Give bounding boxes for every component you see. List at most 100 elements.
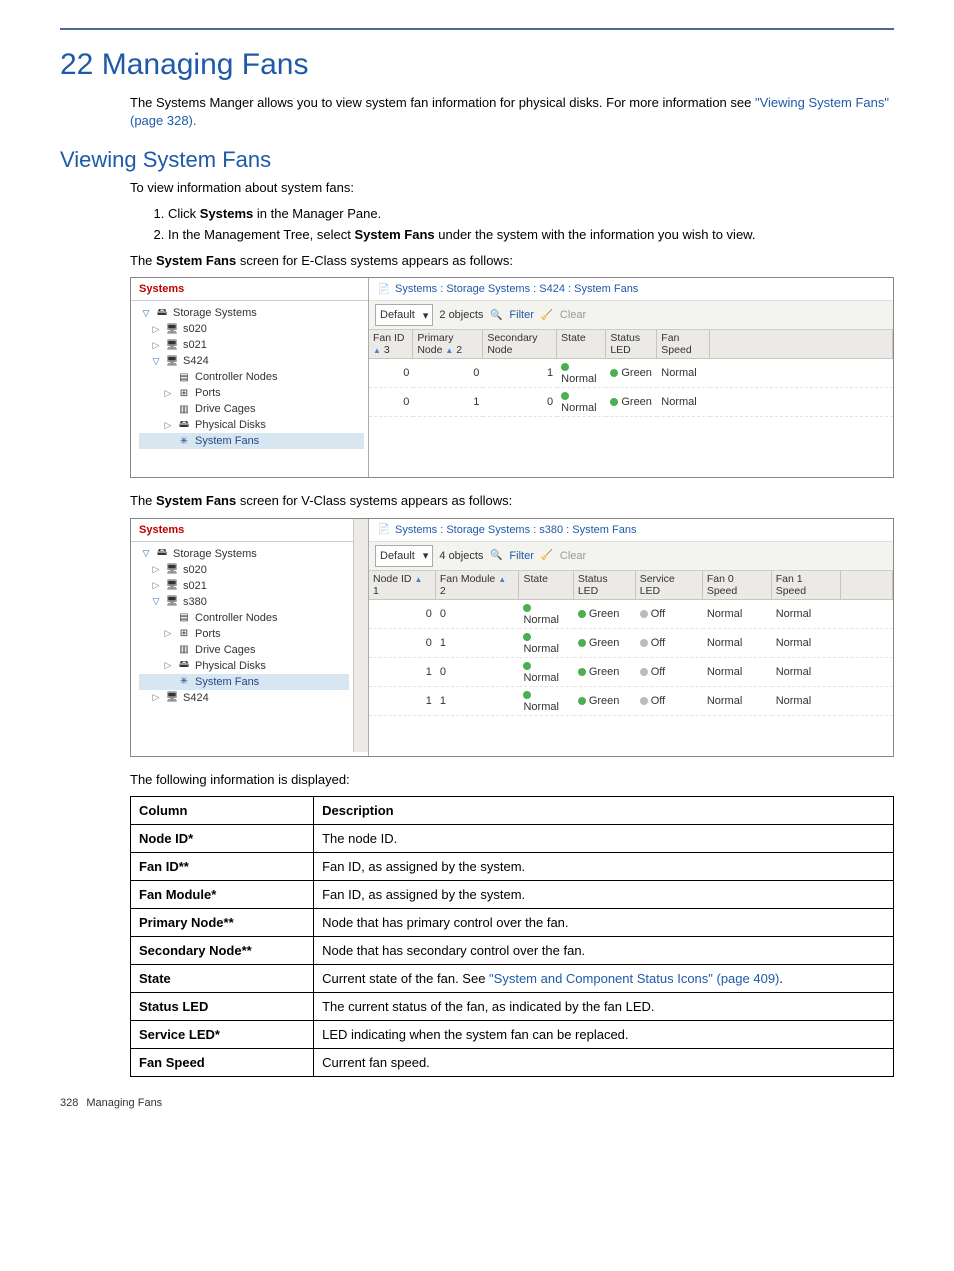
cell-led: Green — [574, 629, 636, 658]
tree-node-s424[interactable]: ▽🖥S424 — [139, 353, 364, 369]
chapter-title: 22 Managing Fans — [60, 48, 894, 82]
table-row[interactable]: 1 0 Normal Green Off Normal Normal — [369, 658, 893, 687]
cell-state: Normal — [557, 359, 606, 388]
expand-icon[interactable]: ▷ — [163, 420, 173, 431]
expand-icon[interactable]: ▷ — [163, 388, 173, 399]
expand-icon[interactable]: ▽ — [151, 596, 161, 607]
col-node-id[interactable]: Node ID ▲ 1 — [369, 571, 436, 600]
cell-led: Green — [574, 600, 636, 629]
tree-ports[interactable]: ▷⊞Ports — [139, 385, 364, 401]
screenshot-eclass: Systems ▽🖴Storage Systems ▷🖥s020 ▷🖥s021 … — [130, 277, 894, 478]
led-dot-icon — [578, 668, 586, 676]
tree-controller-nodes[interactable]: ▤Controller Nodes — [139, 610, 349, 626]
clear-link[interactable]: Clear — [560, 550, 586, 562]
tree-node-s424[interactable]: ▷ 🖥 S424 — [139, 690, 349, 706]
tree-system-fans[interactable]: ✳System Fans — [139, 433, 364, 449]
system-icon: 🖥 — [165, 691, 179, 705]
view-combo[interactable]: Default▾ — [375, 304, 433, 326]
expand-icon[interactable]: ▽ — [151, 356, 161, 367]
expand-icon[interactable]: ▷ — [163, 660, 173, 671]
col-service-led[interactable]: Service LED — [636, 571, 703, 600]
table-row[interactable]: 0 0 Normal Green Off Normal Normal — [369, 600, 893, 629]
steps-list: Click Systems in the Manager Pane. In th… — [150, 205, 894, 244]
breadcrumb-text: Systems : Storage Systems : s380 : Syste… — [395, 524, 636, 536]
col-fan1-speed[interactable]: Fan 1 Speed — [772, 571, 841, 600]
tree-label: Drive Cages — [195, 403, 256, 415]
desc-col: Node ID* — [131, 825, 314, 853]
page-footer: 328 Managing Fans — [60, 1097, 894, 1109]
tree-label: s021 — [183, 339, 207, 351]
desc-val: Node that has secondary control over the… — [314, 937, 894, 965]
cell-secondary: 0 — [483, 388, 557, 417]
tree-drive-cages[interactable]: ▥Drive Cages — [139, 642, 349, 658]
led-dot-icon — [578, 610, 586, 618]
step-2a: In the Management Tree, select — [168, 227, 354, 242]
description-table: Column Description Node ID*The node ID. … — [130, 796, 894, 1077]
filter-link[interactable]: Filter — [509, 550, 533, 562]
tree-label: S424 — [183, 692, 209, 704]
section-title: Viewing System Fans — [60, 147, 894, 173]
intro-paragraph: The Systems Manger allows you to view sy… — [130, 94, 894, 129]
tree-label: Ports — [195, 628, 221, 640]
col-secondary-node[interactable]: Secondary Node — [483, 330, 557, 359]
tree-node-s021[interactable]: ▷🖥s021 — [139, 337, 364, 353]
expand-icon[interactable]: ▷ — [151, 340, 161, 351]
cell-f1: Normal — [772, 687, 841, 716]
cell-f0: Normal — [703, 658, 772, 687]
filter-link[interactable]: Filter — [509, 309, 533, 321]
expand-icon[interactable]: ▷ — [151, 692, 161, 703]
desc-header-column: Column — [131, 797, 314, 825]
tree-scrollbar[interactable] — [353, 519, 368, 752]
tree-system-fans[interactable]: ✳System Fans — [139, 674, 349, 690]
expand-icon[interactable]: ▽ — [141, 308, 151, 319]
clear-link[interactable]: Clear — [560, 309, 586, 321]
expand-icon[interactable]: ▽ — [141, 548, 151, 559]
intro-text: The Systems Manger allows you to view sy… — [130, 95, 755, 110]
tree-node-s021[interactable]: ▷🖥s021 — [139, 578, 349, 594]
col-fan-id[interactable]: Fan ID ▲ 3 — [369, 330, 413, 359]
cell-f1: Normal — [772, 658, 841, 687]
desc-val: Fan ID, as assigned by the system. — [314, 853, 894, 881]
footer-title: Managing Fans — [86, 1097, 162, 1109]
tree-root[interactable]: ▽🖴Storage Systems — [139, 546, 349, 562]
tree-node-s020[interactable]: ▷🖥s020 — [139, 562, 349, 578]
col-status-led[interactable]: Status LED — [574, 571, 636, 600]
cell-state: Normal — [519, 658, 573, 687]
table-row[interactable]: 1 1 Normal Green Off Normal Normal — [369, 687, 893, 716]
cell-fan-id: 0 — [369, 359, 413, 388]
tree-ports[interactable]: ▷⊞Ports — [139, 626, 349, 642]
step-2b: System Fans — [354, 227, 434, 242]
col-state[interactable]: State — [557, 330, 606, 359]
state-dot-icon — [523, 633, 531, 641]
table-row[interactable]: 0 1 0 Normal Green Normal — [369, 388, 893, 417]
desc-val: The node ID. — [314, 825, 894, 853]
tree-physical-disks[interactable]: ▷🖴Physical Disks — [139, 658, 349, 674]
col-primary-node[interactable]: Primary Node ▲ 2 — [413, 330, 483, 359]
cell-led: Green — [606, 388, 657, 417]
desc-col: Service LED* — [131, 1021, 314, 1049]
status-icons-link[interactable]: "System and Component Status Icons" (pag… — [489, 971, 779, 986]
cell-node-id: 0 — [369, 629, 436, 658]
caption-v-b: System Fans — [156, 493, 236, 508]
tree-node-s020[interactable]: ▷🖥s020 — [139, 321, 364, 337]
page-number: 328 — [60, 1097, 78, 1109]
tree-controller-nodes[interactable]: ▤Controller Nodes — [139, 369, 364, 385]
tree-drive-cages[interactable]: ▥Drive Cages — [139, 401, 364, 417]
expand-icon[interactable]: ▷ — [151, 324, 161, 335]
tree-physical-disks[interactable]: ▷🖴Physical Disks — [139, 417, 364, 433]
grid-toolbar: Default▾ 2 objects 🔍Filter 🧹Clear — [369, 301, 893, 330]
tree-node-s380[interactable]: ▽🖥s380 — [139, 594, 349, 610]
col-state[interactable]: State — [519, 571, 573, 600]
step-1: Click Systems in the Manager Pane. — [168, 205, 894, 223]
col-status-led[interactable]: Status LED — [606, 330, 657, 359]
col-fan-speed[interactable]: Fan Speed — [657, 330, 709, 359]
table-row[interactable]: 0 1 Normal Green Off Normal Normal — [369, 629, 893, 658]
col-fan0-speed[interactable]: Fan 0 Speed — [703, 571, 772, 600]
col-fan-module[interactable]: Fan Module ▲ 2 — [436, 571, 520, 600]
expand-icon[interactable]: ▷ — [151, 564, 161, 575]
expand-icon[interactable]: ▷ — [163, 628, 173, 639]
expand-icon[interactable]: ▷ — [151, 580, 161, 591]
table-row[interactable]: 0 0 1 Normal Green Normal — [369, 359, 893, 388]
tree-root[interactable]: ▽🖴Storage Systems — [139, 305, 364, 321]
view-combo[interactable]: Default▾ — [375, 545, 433, 567]
